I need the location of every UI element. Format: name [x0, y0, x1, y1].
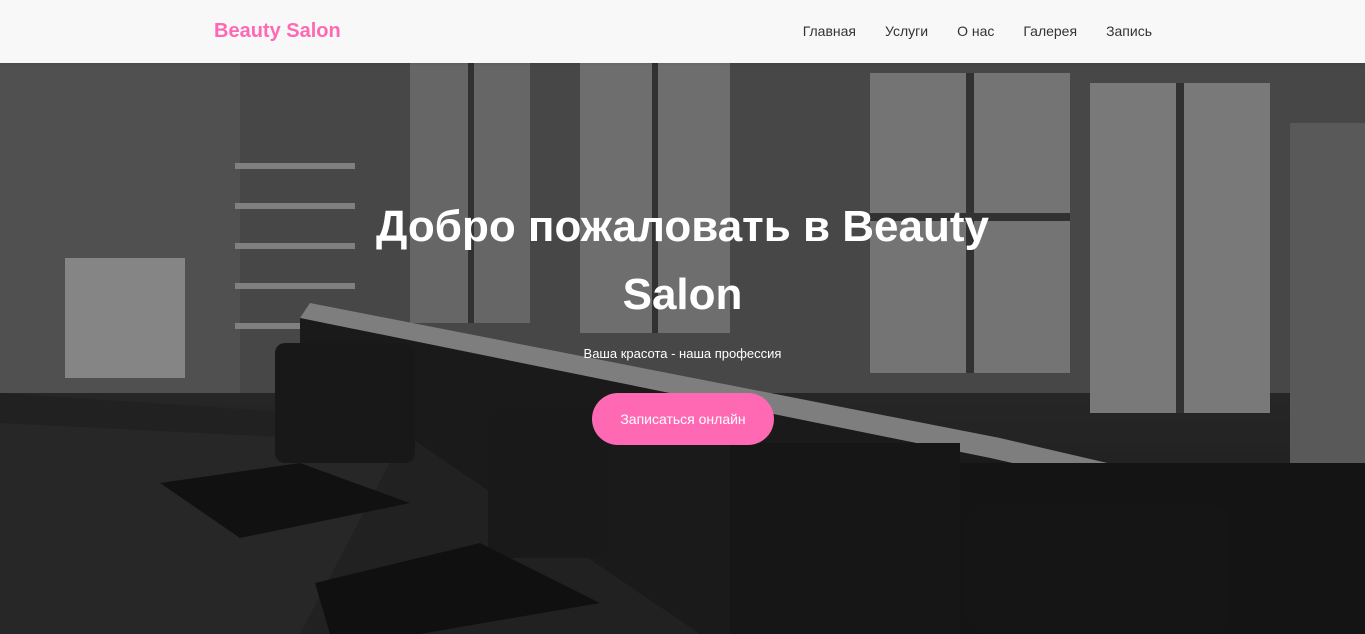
nav-link-gallery[interactable]: Галерея: [1023, 23, 1077, 39]
nav-item-booking: Запись: [1106, 23, 1152, 41]
nav-link-booking[interactable]: Запись: [1106, 23, 1152, 39]
hero-content: Добро пожаловать в Beauty Salon Ваша кра…: [0, 63, 1365, 634]
hero-title: Добро пожаловать в Beauty Salon: [376, 202, 989, 319]
hero-section: Добро пожаловать в Beauty Salon Ваша кра…: [0, 63, 1365, 634]
nav-item-services: Услуги: [885, 23, 928, 41]
nav-link-about[interactable]: О нас: [957, 23, 994, 39]
nav-link-services[interactable]: Услуги: [885, 23, 928, 39]
site-header: Beauty Salon Главная Услуги О нас Галере…: [0, 0, 1365, 63]
nav-item-gallery: Галерея: [1023, 23, 1077, 41]
nav-item-home: Главная: [803, 23, 856, 41]
book-online-button[interactable]: Записаться онлайн: [592, 393, 774, 445]
main-nav: Главная Услуги О нас Галерея Запись: [803, 23, 1152, 41]
nav-link-home[interactable]: Главная: [803, 23, 856, 39]
hero-subtitle: Ваша красота - наша профессия: [583, 346, 782, 361]
nav-item-about: О нас: [957, 23, 994, 41]
logo-link[interactable]: Beauty Salon: [214, 20, 341, 43]
